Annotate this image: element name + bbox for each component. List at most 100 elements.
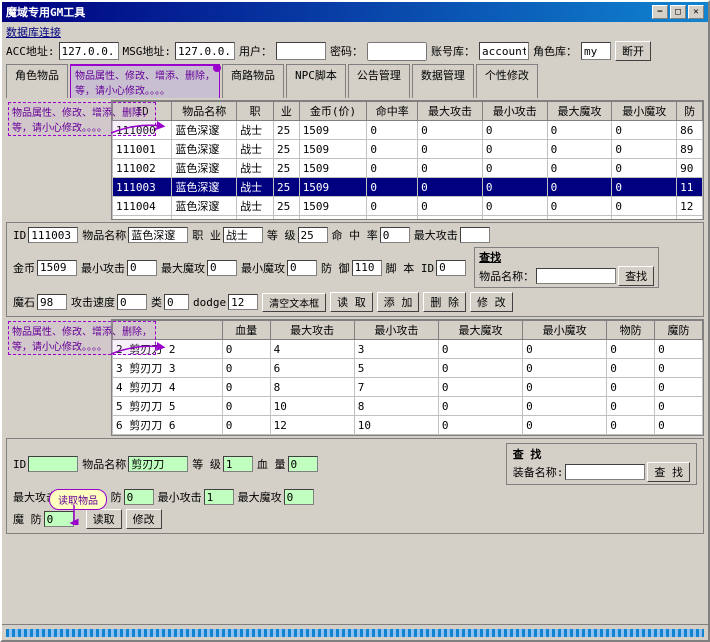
upper-level-input[interactable] [298,227,328,243]
upper-def-label: 防 御 [321,260,350,276]
table-row[interactable]: 111001蓝色深邃战士2515090000089 [113,140,703,159]
lower-search-title: 查 找 [513,446,690,462]
table-row[interactable]: 4 剪刃刀 40870000 [113,378,703,397]
equip-label: 装备名称: [513,464,564,480]
tab-notice[interactable]: 公告管理 [348,64,410,98]
upper-gem-input[interactable] [37,294,67,310]
lower-name-label: 物品名称 [82,456,126,472]
table-row[interactable]: 6 剪刃刀 6012100000 [113,416,703,435]
user-input[interactable] [276,42,326,60]
tab-shop-items[interactable]: 商路物品 [222,64,284,98]
col-lv-pdef: 物防 [607,321,655,340]
lower-mdef-input[interactable] [44,511,74,527]
lower-name-input[interactable] [128,456,188,472]
title-bar: 魔域专用GM工具 − □ ✕ [2,2,708,22]
acc-label: ACC地址: [6,43,55,59]
table-row[interactable]: 111002蓝色深邃战士2515090000090 [113,159,703,178]
col-hit: 命中率 [367,102,418,121]
upper-name-label: 物品名称 [82,227,126,243]
upper-speed-label: 攻击速度 [71,294,115,310]
upper-speed-input[interactable] [117,294,147,310]
lower-matk-max-input[interactable] [284,489,314,505]
lower-atk-max-label: 最大攻击 [13,489,57,505]
lower-level-label: 等 级 [192,456,221,472]
msg-input[interactable] [175,42,235,60]
window-title: 魔域专用GM工具 [6,4,85,20]
upper-atk-max-input[interactable] [460,227,490,243]
upper-job-input[interactable] [223,227,263,243]
upper-matk-min-input[interactable] [287,260,317,276]
upper-level-label: 等 级 [267,227,296,243]
table-row[interactable]: 111010流光飞羽战士30186000300011 [113,216,703,221]
upper-atk-min-input[interactable] [127,260,157,276]
search-box: 查找 物品名称： 查找 [474,247,659,288]
lower-pdef-input[interactable] [124,489,154,505]
upper-matk-max-label: 最大魔攻 [161,260,205,276]
lower-search-button[interactable]: 查 找 [647,462,690,482]
upper-matk-max-input[interactable] [207,260,237,276]
table-row[interactable]: 111000蓝色深邃战士2515090000086 [113,121,703,140]
modify-btn[interactable]: 修 改 [470,292,513,312]
tab-personal[interactable]: 个性修改 [476,64,538,98]
upper-id-input[interactable] [28,227,78,243]
lower-level-input[interactable] [223,456,253,472]
lower-matk-max-label: 最大魔攻 [238,489,282,505]
del-btn[interactable]: 删 除 [423,292,466,312]
lower-atk-max-input[interactable] [59,489,89,505]
lower-id-input[interactable] [28,456,78,472]
close-button[interactable]: ✕ [688,5,704,19]
tab-data-mgmt[interactable]: 数据管理 [412,64,474,98]
status-bar [2,624,708,640]
menu-db-connect[interactable]: 数据库连接 [6,26,61,39]
upper-job-label: 职 业 [192,227,221,243]
lower-id-label: ID [13,458,26,471]
connect-button[interactable]: 断开 [615,41,651,61]
lower-search-box: 查 找 装备名称: 查 找 [506,443,697,485]
upper-type-input[interactable] [164,294,189,310]
read-btn[interactable]: 读 取 [330,292,373,312]
upper-dodge-input[interactable] [228,294,258,310]
search-button-upper[interactable]: 查找 [618,266,654,286]
item-name-search-input[interactable] [536,268,616,284]
upper-hit-input[interactable] [380,227,410,243]
tab-role-items[interactable]: 角色物品 [6,64,68,98]
clear-btn[interactable]: 清空文本框 [262,293,326,312]
pwd-input[interactable] [367,42,427,61]
lower-hp-label: 血 量 [257,456,286,472]
lower-read-btn[interactable]: 读取 [86,509,122,529]
col-lv-matk-min: 最小魔攻 [523,321,607,340]
table-row[interactable]: 2 剪刃刀 20430000 [113,340,703,359]
role-input[interactable] [581,42,611,60]
lower-atk-min-input[interactable] [204,489,234,505]
table-row[interactable]: 5 剪刃刀 501080000 [113,397,703,416]
upper-gold-input[interactable] [37,260,77,276]
col-def: 防 [677,102,703,121]
table-row-selected[interactable]: 111003蓝色深邃战士2515090000011 [113,178,703,197]
equip-search-input[interactable] [565,464,645,480]
col-atk-max: 最大攻击 [418,102,483,121]
lower-section: 物品属性、修改、增添、删除， 等，请小心修改。。。。 血量 [6,319,704,534]
table-row[interactable]: 3 剪刃刀 30650000 [113,359,703,378]
db-label: 账号库： [431,43,475,59]
tab-npc-script[interactable]: NPC脚本 [286,64,346,98]
upper-def-input[interactable] [352,260,382,276]
upper-foot-input[interactable] [436,260,466,276]
lower-modify-btn[interactable]: 修改 [126,509,162,529]
maximize-button[interactable]: □ [670,5,686,19]
tabs-bar: 角色物品 物品属性、修改、增添、删除，等，请小心修改。。。。 商路物品 NPC脚… [2,62,708,98]
lower-hp-input[interactable] [288,456,318,472]
upper-type-label: 类 [151,294,162,310]
col-name: 物品名称 [172,102,237,121]
upper-name-input[interactable] [128,227,188,243]
tab-item-attrs[interactable]: 物品属性、修改、增添、删除，等，请小心修改。。。。 [70,64,220,98]
acc-input[interactable] [59,42,119,60]
col-atk-min: 最小攻击 [482,102,547,121]
upper-foot-label: 脚 本 ID [386,260,435,276]
db-input[interactable] [479,42,529,60]
upper-hit-label: 命 中 率 [332,227,378,243]
minimize-button[interactable]: − [652,5,668,19]
col-id: ID [113,102,172,121]
table-row[interactable]: 111004蓝色深邃战士2515090000012 [113,197,703,216]
user-label: 用户： [239,43,272,59]
add-btn[interactable]: 添 加 [377,292,420,312]
